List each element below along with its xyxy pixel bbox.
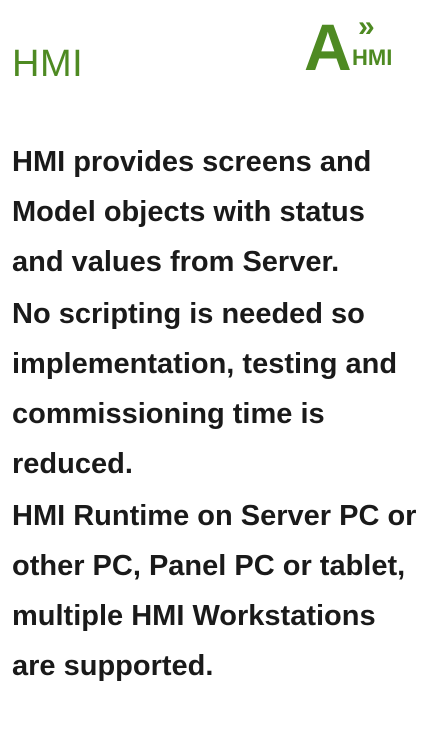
- paragraph-line: multiple HMI Workstations: [12, 600, 376, 632]
- logo-chevrons: »: [358, 10, 375, 43]
- logo-text: HMI: [352, 45, 392, 70]
- paragraph-line: Model objects with status: [12, 196, 365, 228]
- logo-letter: A: [304, 10, 352, 74]
- paragraph-no-scripting: No scripting is needed so implementation…: [12, 289, 442, 489]
- hmi-logo: A » HMI: [304, 10, 392, 74]
- paragraph-line: and values from Server.: [12, 246, 340, 278]
- paragraph-line: reduced.: [12, 448, 133, 480]
- paragraph-line: other PC, Panel PC or tablet,: [12, 550, 406, 582]
- paragraph-hmi-screens: HMI provides screens and Model objects w…: [12, 137, 442, 287]
- paragraph-line: implementation, testing and: [12, 348, 398, 380]
- paragraph-line: HMI Runtime on Server PC or: [12, 500, 417, 532]
- paragraph-line: commissioning time is: [12, 398, 325, 430]
- paragraph-line: No scripting is needed so: [12, 298, 365, 330]
- paragraph-hmi-runtime: HMI Runtime on Server PC or other PC, Pa…: [12, 491, 442, 691]
- paragraph-line: HMI provides screens and: [12, 146, 372, 178]
- page-title: HMI: [12, 43, 84, 85]
- paragraph-line: are supported.: [12, 650, 214, 682]
